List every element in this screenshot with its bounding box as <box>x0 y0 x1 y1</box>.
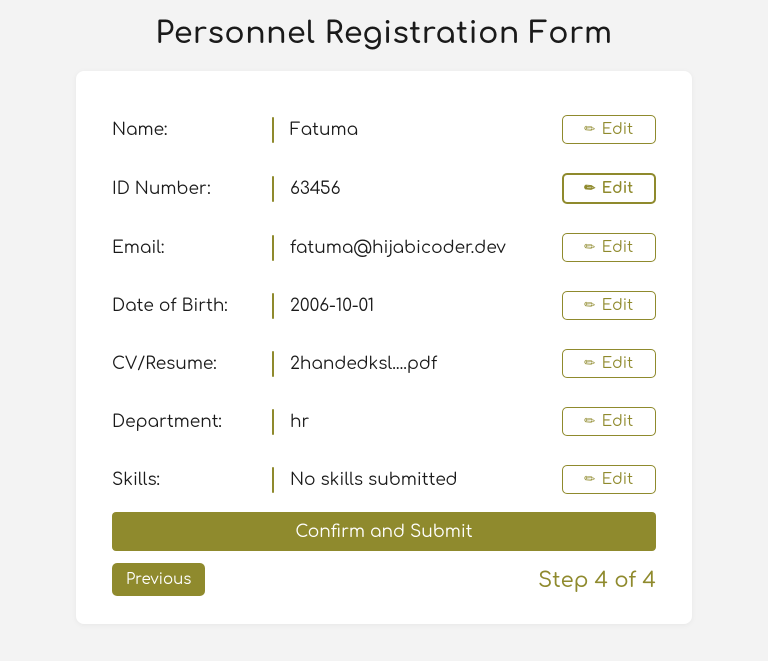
previous-button[interactable]: Previous <box>112 563 205 596</box>
summary-row-name: Name:Fatuma✎Edit <box>112 115 656 144</box>
value-department: hr <box>290 412 562 431</box>
edit-button-dob[interactable]: ✎Edit <box>562 291 656 320</box>
divider <box>272 117 274 143</box>
value-skills: No skills submitted <box>290 470 562 489</box>
summary-row-skills: Skills:No skills submitted✎Edit <box>112 465 656 494</box>
divider <box>272 176 274 202</box>
divider <box>272 293 274 319</box>
edit-button-label: Edit <box>602 239 633 256</box>
value-dob: 2006-10-01 <box>290 296 562 315</box>
label-cv-resume: CV/Resume: <box>112 354 272 373</box>
edit-button-label: Edit <box>602 180 634 197</box>
pencil-icon: ✎ <box>581 412 599 431</box>
confirm-submit-button[interactable]: Confirm and Submit <box>112 512 656 551</box>
label-dob: Date of Birth: <box>112 296 272 315</box>
divider <box>272 467 274 493</box>
summary-row-id-number: ID Number:63456✎Edit <box>112 173 656 204</box>
footer-row: Previous Step 4 of 4 <box>112 563 656 596</box>
label-skills: Skills: <box>112 470 272 489</box>
divider <box>272 351 274 377</box>
edit-button-label: Edit <box>602 121 633 138</box>
edit-button-label: Edit <box>602 413 633 430</box>
edit-button-label: Edit <box>602 471 633 488</box>
label-department: Department: <box>112 412 272 431</box>
value-name: Fatuma <box>290 120 562 139</box>
summary-row-department: Department:hr✎Edit <box>112 407 656 436</box>
pencil-icon: ✎ <box>581 238 599 257</box>
pencil-icon: ✎ <box>581 354 599 373</box>
edit-button-label: Edit <box>602 355 633 372</box>
edit-button-id-number[interactable]: ✎Edit <box>562 173 656 204</box>
label-email: Email: <box>112 238 272 257</box>
summary-row-email: Email:fatuma@hijabicoder.dev✎Edit <box>112 233 656 262</box>
divider <box>272 235 274 261</box>
value-id-number: 63456 <box>290 179 562 198</box>
step-indicator: Step 4 of 4 <box>538 568 656 592</box>
pencil-icon: ✎ <box>581 296 599 315</box>
edit-button-cv-resume[interactable]: ✎Edit <box>562 349 656 378</box>
summary-row-cv-resume: CV/Resume:2handedksl....pdf✎Edit <box>112 349 656 378</box>
page-title: Personnel Registration Form <box>0 0 768 63</box>
edit-button-skills[interactable]: ✎Edit <box>562 465 656 494</box>
edit-button-name[interactable]: ✎Edit <box>562 115 656 144</box>
pencil-icon: ✎ <box>581 470 599 489</box>
summary-row-dob: Date of Birth:2006-10-01✎Edit <box>112 291 656 320</box>
edit-button-department[interactable]: ✎Edit <box>562 407 656 436</box>
label-name: Name: <box>112 120 272 139</box>
divider <box>272 409 274 435</box>
value-email: fatuma@hijabicoder.dev <box>290 238 562 257</box>
edit-button-label: Edit <box>602 297 633 314</box>
value-cv-resume: 2handedksl....pdf <box>290 354 562 373</box>
form-card: Name:Fatuma✎EditID Number:63456✎EditEmai… <box>76 71 692 624</box>
edit-button-email[interactable]: ✎Edit <box>562 233 656 262</box>
label-id-number: ID Number: <box>112 179 272 198</box>
pencil-icon: ✎ <box>581 120 599 139</box>
pencil-icon: ✎ <box>581 179 599 198</box>
